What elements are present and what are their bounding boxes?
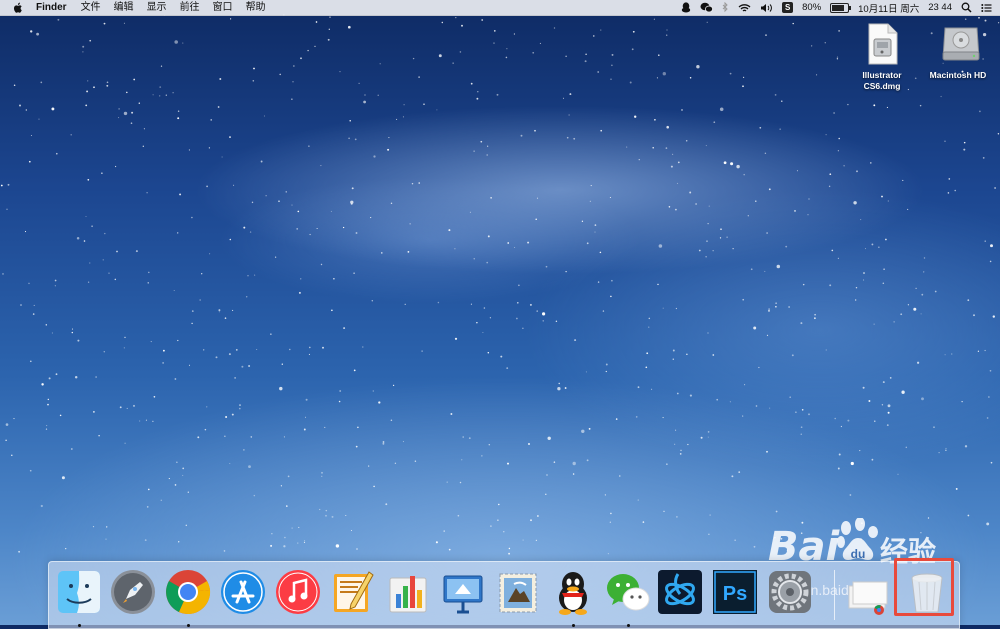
menu-view[interactable]: 显示 bbox=[147, 0, 167, 15]
bluetooth-icon[interactable] bbox=[722, 0, 729, 15]
apple-menu-icon[interactable] bbox=[12, 2, 26, 14]
wechat-icon bbox=[604, 568, 652, 616]
dock-app-launchpad[interactable] bbox=[108, 568, 158, 618]
battlenet-icon bbox=[656, 568, 704, 616]
dock-app-mail[interactable] bbox=[493, 568, 543, 618]
dock-app-battlenet[interactable] bbox=[655, 568, 705, 618]
system-preferences-icon bbox=[766, 568, 814, 616]
battery-icon[interactable] bbox=[830, 0, 852, 15]
dock-app-itunes[interactable] bbox=[273, 568, 323, 618]
dmg-file-icon bbox=[863, 22, 901, 66]
dock-app-app-store[interactable] bbox=[218, 568, 268, 618]
menu-window[interactable]: 窗口 bbox=[213, 0, 233, 15]
menu-edit[interactable]: 编辑 bbox=[114, 0, 134, 15]
desktop-icon-illustrator-dmg[interactable]: Illustrator CS6.dmg bbox=[847, 22, 917, 92]
numbers-icon bbox=[384, 568, 432, 616]
photoshop-label: Ps bbox=[723, 583, 747, 605]
notification-center-icon[interactable] bbox=[981, 0, 992, 15]
mail-icon bbox=[494, 568, 542, 616]
running-indicator bbox=[187, 624, 190, 627]
hard-drive-icon bbox=[939, 22, 980, 66]
menu-go[interactable]: 前往 bbox=[180, 0, 200, 15]
qq-status-icon[interactable] bbox=[681, 0, 691, 15]
dock-app-system-preferences[interactable] bbox=[765, 568, 815, 618]
volume-icon[interactable] bbox=[760, 0, 773, 15]
time-label[interactable]: 23 44 bbox=[928, 0, 952, 15]
app-store-icon bbox=[219, 568, 267, 616]
menu-bar: Finder 文件 编辑 显示 前往 窗口 帮助 S 80% 10月11日 周六… bbox=[0, 0, 1000, 16]
chrome-icon bbox=[164, 568, 212, 616]
desktop-icon-label: Illustrator bbox=[862, 70, 902, 80]
qq-icon bbox=[549, 568, 597, 616]
starfield-wallpaper bbox=[0, 14, 1000, 555]
dock-downloads-stack[interactable] bbox=[844, 568, 894, 618]
desktop-icon-label: Macintosh HD bbox=[929, 70, 987, 80]
itunes-icon bbox=[274, 568, 322, 616]
s-app-icon[interactable]: S bbox=[782, 0, 794, 15]
running-indicator bbox=[572, 624, 575, 627]
desktop-icon-label-2: CS6.dmg bbox=[863, 81, 901, 91]
menu-file[interactable]: 文件 bbox=[81, 0, 101, 15]
finder-icon bbox=[55, 568, 103, 616]
launchpad-icon bbox=[109, 568, 157, 616]
date-label[interactable]: 10月11日 周六 bbox=[858, 0, 919, 15]
dock-app-chrome[interactable] bbox=[163, 568, 213, 627]
dock: Ps bbox=[48, 561, 960, 629]
dock-separator bbox=[834, 570, 835, 620]
dock-app-numbers[interactable] bbox=[383, 568, 433, 618]
spotlight-icon[interactable] bbox=[961, 0, 972, 15]
trash-highlight-box bbox=[894, 558, 954, 616]
baidu-paw-icon: du bbox=[837, 518, 878, 561]
wifi-icon[interactable] bbox=[738, 0, 751, 15]
keynote-icon bbox=[439, 568, 487, 616]
dock-app-wechat[interactable] bbox=[603, 568, 653, 627]
running-indicator bbox=[627, 624, 630, 627]
dock-app-keynote[interactable] bbox=[438, 568, 488, 618]
dock-app-qq[interactable] bbox=[548, 568, 598, 627]
downloads-stack-icon bbox=[845, 568, 893, 616]
pages-icon bbox=[329, 568, 377, 616]
dock-app-pages[interactable] bbox=[328, 568, 378, 618]
running-indicator bbox=[78, 624, 81, 627]
menu-help[interactable]: 帮助 bbox=[246, 0, 266, 15]
battery-percent[interactable]: 80% bbox=[802, 0, 821, 15]
wechat-status-icon[interactable] bbox=[700, 0, 714, 15]
photoshop-icon: Ps bbox=[711, 568, 759, 616]
svg-text:du: du bbox=[851, 547, 866, 561]
dock-app-finder[interactable] bbox=[54, 568, 104, 627]
menu-app-name[interactable]: Finder bbox=[36, 0, 67, 15]
desktop-icon-macintosh-hd[interactable]: Macintosh HD bbox=[923, 22, 993, 81]
dock-app-photoshop[interactable]: Ps bbox=[710, 568, 760, 618]
